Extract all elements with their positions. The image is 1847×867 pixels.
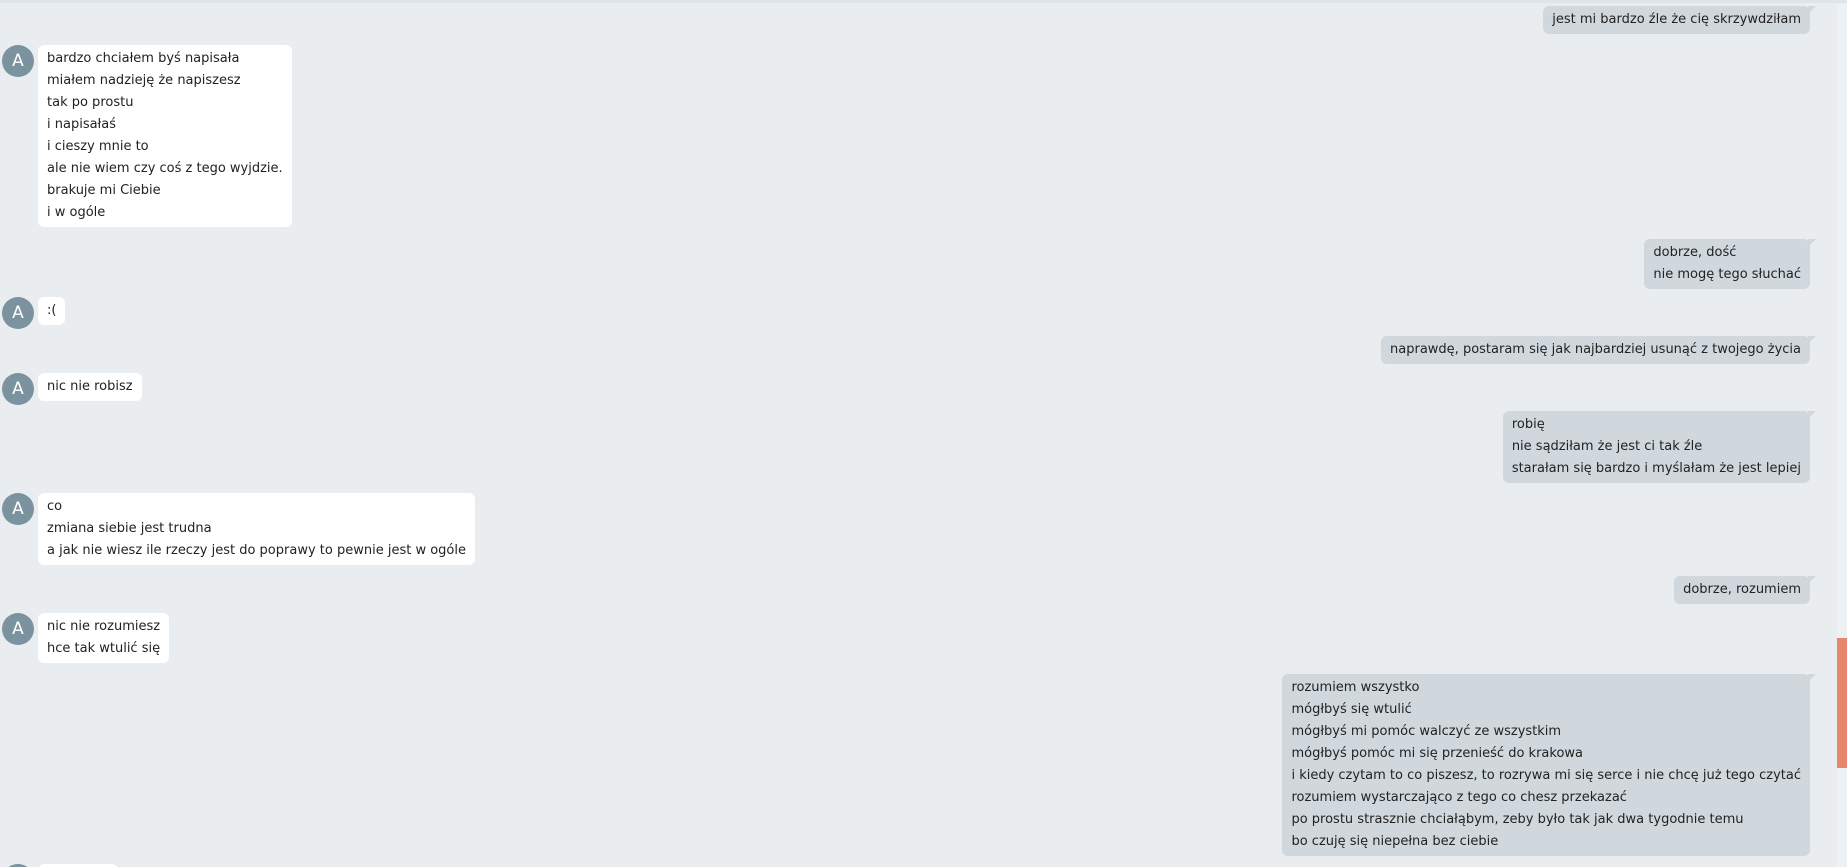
message-line: brakuje mi Ciebie (47, 183, 161, 198)
message-line: nie sądziłam że jest ci tak źle (1511, 439, 1703, 454)
message-line: mógłbyś pomóc mi się przenieść do krakow… (1291, 746, 1584, 761)
message-line: rozumiem wystarczająco z tego co chesz p… (1291, 790, 1627, 805)
message-line: po prostu strasznie chciałąbym, zeby był… (1291, 812, 1744, 827)
message-line: jest mi bardzo źle że cię skrzywdziłam (1552, 12, 1801, 27)
avatar[interactable]: A (2, 493, 34, 525)
message-line: robię (1511, 417, 1545, 432)
message-line: co (47, 499, 63, 514)
message-line: miałem nadzieję że napiszesz (47, 73, 241, 88)
message-line: i kiedy czytam to co piszesz, to rozrywa… (1291, 768, 1801, 783)
message-line: bo czuję się niepełna bez ciebie (1291, 834, 1499, 849)
message-bubble[interactable]: dobrze, dość nie mogę tego słuchać (1644, 239, 1810, 289)
message-incoming: nic nie robisz (38, 373, 142, 401)
message-line: a jak nie wiesz ile rzeczy jest do popra… (47, 543, 466, 558)
message-bubble[interactable]: dobrze, rozumiem (1674, 576, 1810, 604)
message-outgoing: robię nie sądziłam że jest ci tak źle st… (1502, 411, 1810, 483)
message-line: dobrze, rozumiem (1683, 582, 1801, 597)
message-incoming: nic nie rozumiesz hce tak wtulić się (38, 613, 170, 663)
message-bubble[interactable]: co zmiana siebie jest trudna a jak nie w… (38, 493, 475, 565)
message-bubble[interactable]: bardzo chciałem byś napisała miałem nadz… (38, 45, 292, 227)
message-line: rozumiem wszystko (1291, 680, 1420, 695)
message-outgoing: rozumiem wszystko mógłbyś się wtulić móg… (1282, 674, 1810, 856)
message-incoming: bardzo chciałem byś napisała miałem nadz… (38, 45, 292, 227)
avatar[interactable]: A (2, 613, 34, 645)
message-line: naprawdę, postaram się jak najbardziej u… (1390, 342, 1801, 357)
message-line: i cieszy mnie to (47, 139, 149, 154)
message-list[interactable]: jest mi bardzo źle że cię skrzywdziłam A… (0, 3, 1830, 867)
message-line: ale nie wiem czy coś z tego wyjdzie. (47, 161, 283, 176)
message-line: dobrze, dość (1653, 245, 1737, 260)
message-line: i napisałaś (47, 117, 116, 132)
message-outgoing: dobrze, rozumiem (1674, 576, 1810, 604)
message-line: bardzo chciałem byś napisała (47, 51, 240, 66)
message-incoming: :( (38, 297, 66, 325)
message-incoming: co zmiana siebie jest trudna a jak nie w… (38, 493, 475, 565)
message-line: i w ogóle (47, 205, 106, 220)
message-line: nie mogę tego słuchać (1653, 267, 1801, 282)
scrollbar[interactable] (1837, 3, 1847, 867)
message-bubble[interactable]: nic nie robisz (38, 373, 142, 401)
avatar[interactable]: A (2, 45, 34, 77)
message-line: starałam się bardzo i myślałam że jest l… (1511, 461, 1801, 476)
message-outgoing: dobrze, dość nie mogę tego słuchać (1644, 239, 1810, 289)
message-bubble[interactable]: nic nie rozumiesz hce tak wtulić się (38, 613, 170, 663)
message-bubble[interactable]: :( (38, 297, 66, 325)
message-line: mógłbyś mi pomóc walczyć ze wszystkim (1291, 724, 1562, 739)
avatar[interactable]: A (2, 373, 34, 405)
message-line: nic nie rozumiesz (47, 619, 161, 634)
message-bubble[interactable]: naprawdę, postaram się jak najbardziej u… (1381, 336, 1810, 364)
message-bubble[interactable]: robię nie sądziłam że jest ci tak źle st… (1502, 411, 1810, 483)
message-line: tak po prostu (47, 95, 134, 110)
message-line: nic nie robisz (47, 379, 133, 394)
message-line: :( (47, 303, 57, 318)
message-bubble[interactable]: jest mi bardzo źle że cię skrzywdziłam (1543, 6, 1810, 34)
message-bubble[interactable]: rozumiem wszystko mógłbyś się wtulić móg… (1282, 674, 1810, 856)
message-outgoing: naprawdę, postaram się jak najbardziej u… (1381, 336, 1810, 364)
message-line: mógłbyś się wtulić (1291, 702, 1412, 717)
avatar[interactable]: A (2, 297, 34, 329)
message-line: zmiana siebie jest trudna (47, 521, 212, 536)
scrollbar-thumb[interactable] (1837, 638, 1847, 768)
message-outgoing: jest mi bardzo źle że cię skrzywdziłam (1543, 6, 1810, 34)
message-line: hce tak wtulić się (47, 641, 161, 656)
chat-window: jest mi bardzo źle że cię skrzywdziłam A… (0, 0, 1847, 867)
